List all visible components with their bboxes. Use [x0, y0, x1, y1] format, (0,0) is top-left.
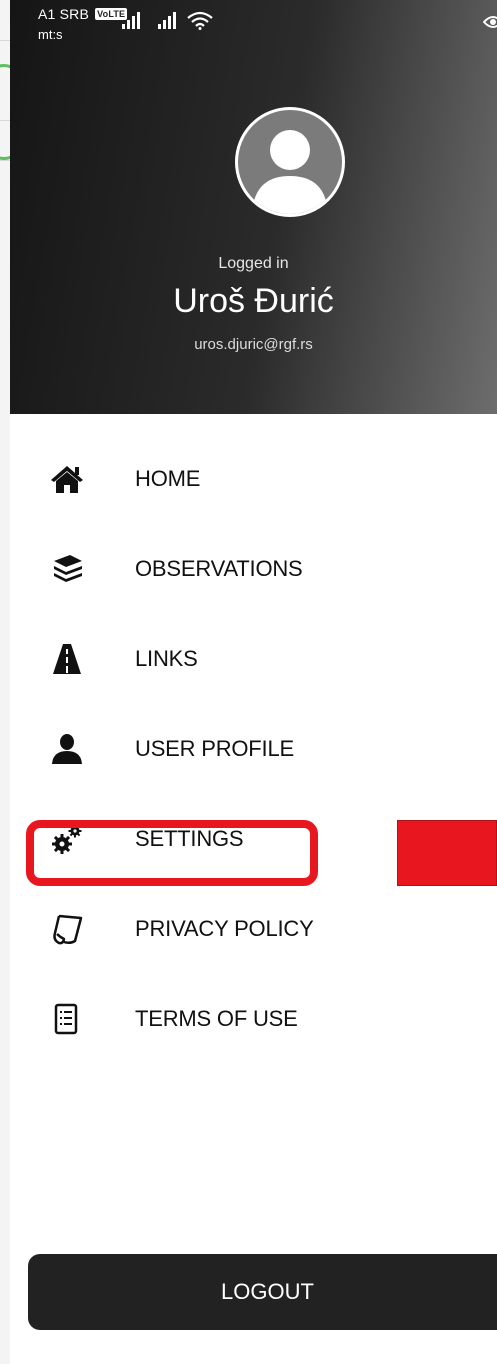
home-icon [51, 466, 83, 493]
menu-item-user-profile[interactable]: USER PROFILE [10, 718, 497, 778]
eye-icon [483, 16, 497, 28]
carrier-name: A1 SRB [38, 6, 89, 22]
user-email: uros.djuric@rgf.rs [194, 336, 313, 353]
navigation-drawer: A1 SRB VoLTE mt:s Logged in Uroš Đurić u… [10, 0, 497, 1364]
menu-item-links[interactable]: LINKS [10, 628, 497, 688]
drawer-header: A1 SRB VoLTE mt:s Logged in Uroš Đurić u… [10, 0, 497, 414]
menu-label: HOME [135, 466, 201, 491]
menu-label: LINKS [135, 646, 198, 671]
user-name: Uroš Đurić [173, 282, 334, 320]
status-bar: A1 SRB VoLTE mt:s [10, 0, 497, 48]
road-icon [53, 644, 81, 674]
login-status: Logged in [218, 255, 289, 272]
user-icon [52, 734, 82, 764]
menu-item-terms-of-use[interactable]: TERMS OF USE [10, 988, 497, 1048]
carrier-label: A1 SRB VoLTE [38, 6, 128, 22]
logout-button[interactable]: LOGOUT [28, 1254, 497, 1330]
wifi-icon [187, 11, 213, 30]
menu-label: TERMS OF USE [135, 1006, 298, 1031]
signal-icon [122, 12, 140, 29]
menu-item-privacy-policy[interactable]: PRIVACY POLICY [10, 898, 497, 958]
menu-item-observations[interactable]: OBSERVATIONS [10, 538, 497, 598]
layers-icon [54, 555, 82, 582]
secondary-carrier-label: mt:s [38, 27, 63, 42]
user-silhouette-icon [252, 130, 328, 214]
highlight-arrow [397, 820, 497, 886]
avatar[interactable] [235, 107, 345, 217]
settings-highlight-box [26, 820, 318, 886]
menu-label: USER PROFILE [135, 736, 294, 761]
menu-label: PRIVACY POLICY [135, 916, 314, 941]
signal-icon [158, 12, 176, 29]
scroll-icon [53, 914, 83, 945]
document-list-icon [54, 1003, 78, 1035]
menu-label: OBSERVATIONS [135, 556, 303, 581]
menu-item-home[interactable]: HOME [10, 448, 497, 508]
